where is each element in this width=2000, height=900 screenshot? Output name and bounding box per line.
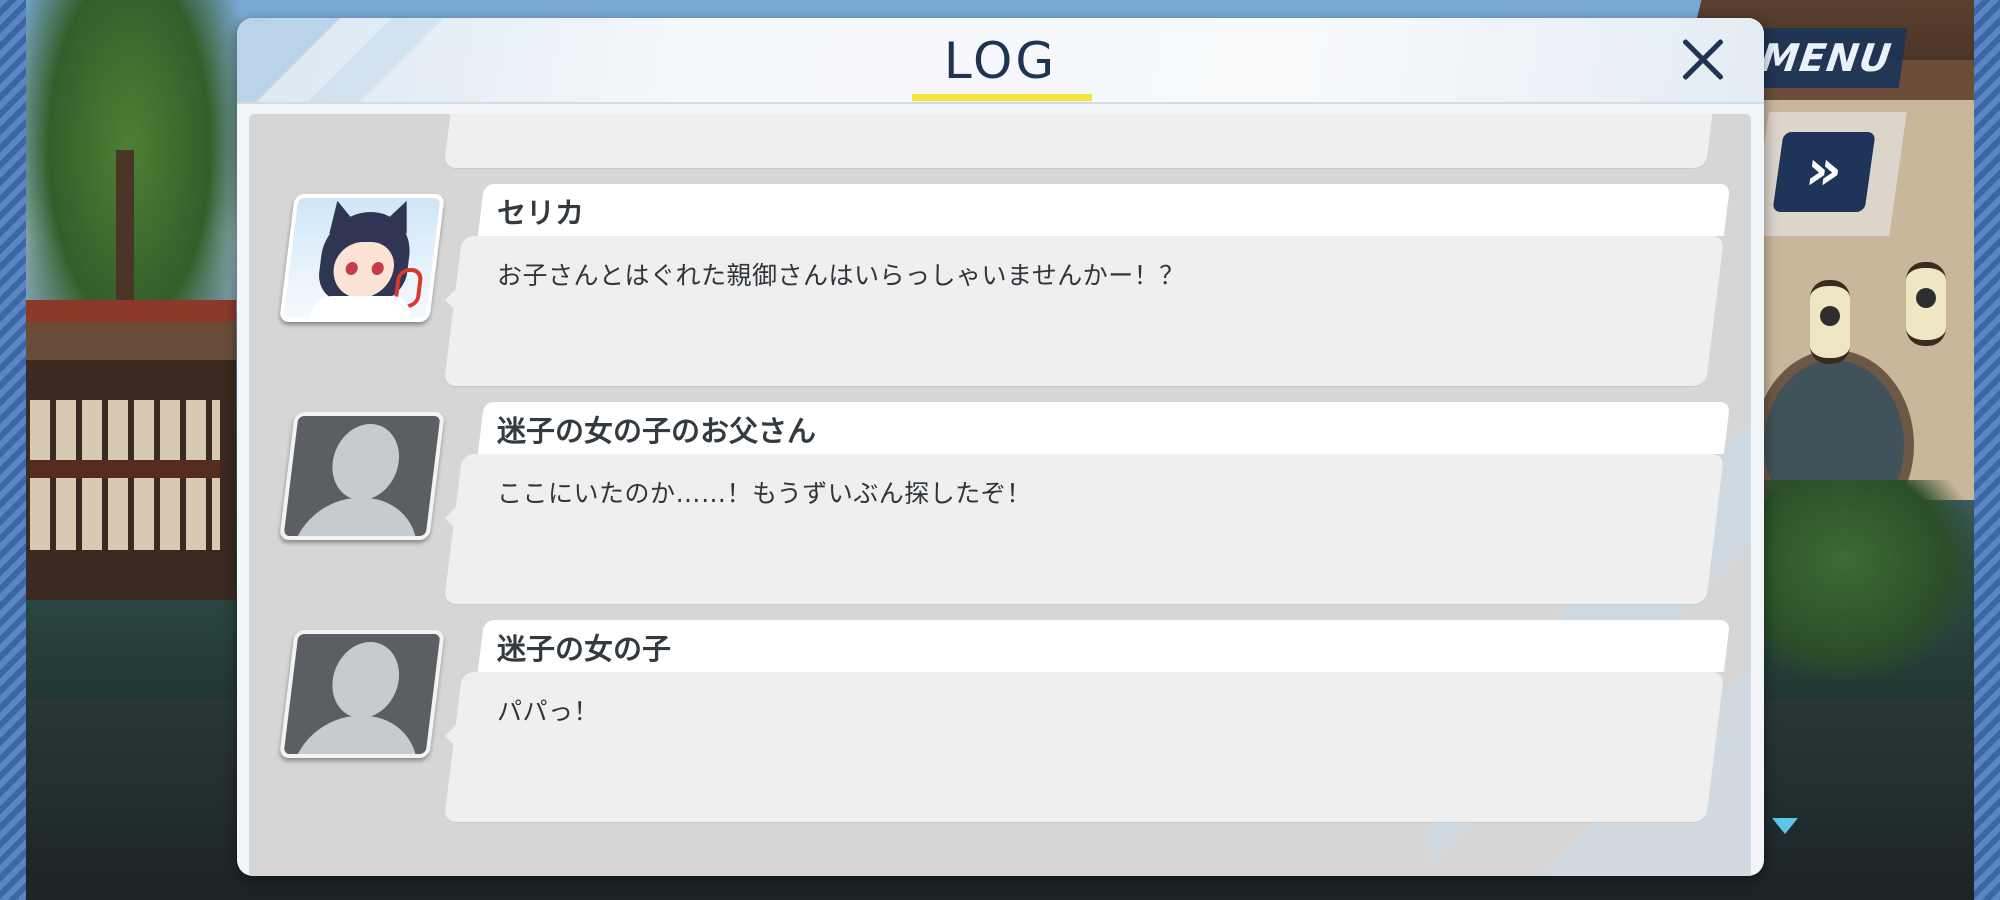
left-frame-border xyxy=(0,0,26,900)
log-entry: 迷子の女の子のお父さん ここにいたのか……！もうずいぶん探したぞ！ xyxy=(249,402,1751,612)
silhouette-body xyxy=(290,498,425,540)
advance-indicator-icon xyxy=(1772,818,1798,834)
title-underline xyxy=(912,94,1092,101)
dialogue-text: お子さんとはぐれた親御さんはいらっしゃいませんかー！？ xyxy=(497,261,1185,290)
log-modal: LOG セリカ お子さんとはぐれた親御さんはいらっしゃいませんかー！？ 迷子の女… xyxy=(237,18,1764,876)
log-entry xyxy=(249,114,1751,176)
log-entry: セリカ お子さんとはぐれた親御さんはいらっしゃいませんかー！？ xyxy=(249,184,1751,394)
silhouette-head xyxy=(328,424,404,500)
silhouette-avatar-icon xyxy=(279,630,445,758)
stall-lanterns xyxy=(30,400,220,550)
log-list[interactable]: セリカ お子さんとはぐれた親御さんはいらっしゃいませんかー！？ 迷子の女の子のお… xyxy=(249,114,1751,876)
bubble-pointer xyxy=(445,506,457,530)
portrait-clothes xyxy=(307,296,413,322)
menu-button[interactable]: MENU xyxy=(1740,28,1908,88)
log-entry: 迷子の女の子 パパっ！ xyxy=(249,620,1751,830)
dialogue-text: パパっ！ xyxy=(497,697,600,726)
silhouette-avatar-icon xyxy=(279,412,445,540)
silhouette-body xyxy=(290,716,425,758)
serika-portrait xyxy=(279,194,445,322)
paper-lantern xyxy=(1906,262,1946,346)
dialogue-bubble xyxy=(443,114,1725,168)
bubble-pointer xyxy=(445,724,457,748)
right-frame-border xyxy=(1974,0,2000,900)
dialogue-text: ここにいたのか……！もうずいぶん探したぞ！ xyxy=(497,479,1032,508)
speaker-name: 迷子の女の子のお父さん xyxy=(497,414,817,448)
speaker-name: セリカ xyxy=(497,196,585,230)
close-icon[interactable] xyxy=(1674,30,1732,88)
name-tab xyxy=(477,184,1731,236)
speaker-name: 迷子の女の子 xyxy=(497,632,672,666)
bubble-pointer xyxy=(445,288,457,312)
modal-title: LOG xyxy=(943,32,1058,90)
silhouette-head xyxy=(328,642,404,718)
fast-forward-button[interactable]: » xyxy=(1772,132,1876,212)
dialogue-bubble xyxy=(443,672,1725,822)
paper-lantern xyxy=(1810,280,1850,364)
modal-header: LOG xyxy=(237,18,1764,104)
